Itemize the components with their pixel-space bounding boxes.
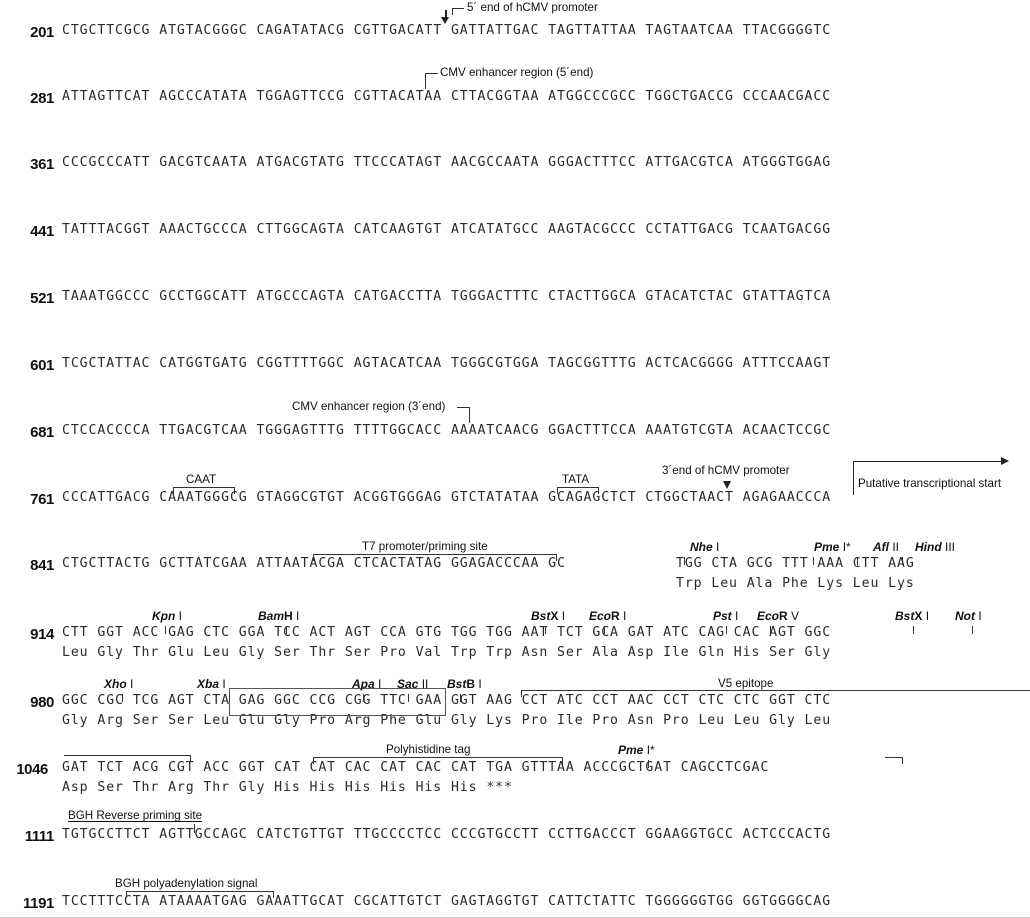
enzyme-label-nhe1: Nhe I [690,540,720,554]
cut-tick-bstb1 [460,694,461,702]
enzyme-label-sac2: Sac II [397,677,429,691]
enzyme-label-afl2: Afl II [873,540,900,554]
enzyme-label-apa1: Apa I [352,677,382,691]
bracket-t7-promoter [313,554,557,561]
leader-line [469,407,470,423]
row-amino-acids: Leu Gly Thr Glu Leu Gly Ser Thr Ser Pro … [62,645,832,660]
cut-tick-pme1a [813,557,814,565]
enzyme-label-pst1: Pst I [713,609,739,623]
row-bases: TGTGCCTTCT AGTTGCCAGC CATCTGTTGT TTGCCCC… [62,827,832,842]
row-codons: CTT GGT ACC GAG CTC GGA TCC ACT AGT CCA … [62,625,832,640]
cut-tick-hind3 [902,557,903,565]
row-codons: TGG CTA GCG TTT AAA CTT AAG [676,556,915,571]
enzyme-label-ecorv: EcoR V [757,609,800,623]
label-bgh-reverse-priming: BGH Reverse priming site [68,809,203,822]
enzyme-label-bamh1: BamH I [258,609,300,623]
row-number: 441 [30,223,54,240]
enzyme-label-hind3: Hind III [915,540,956,554]
enzyme-label-bstb1: BstB I [447,677,482,691]
leader-line [194,824,195,833]
cut-tick-xba1 [229,694,230,702]
cut-tick-kpn1 [165,626,166,634]
leader-line [452,8,464,9]
row-number: 841 [30,557,54,574]
row-bases: TATTTACGGT AAACTGCCCA CTTGGCAGTA CATCAAG… [62,222,832,237]
label-putative-start: Putative transcriptional start [858,477,1002,490]
cut-tick-sac2 [408,694,409,702]
bracket-bgh-polya-signal [126,891,274,898]
row-bases: CTGCTTCGCG ATGTACGGGC CAGATATACG CGTTGAC… [62,23,832,38]
leader-line [425,73,426,89]
row-number: 681 [30,424,54,441]
bracket-tata [557,487,599,494]
bracket-v5-epitope [521,690,1030,697]
label-v5-epitope: V5 epitope [718,677,774,690]
enzyme-label-not1: Not I [955,609,982,623]
label-hcmv-3-end: 3´end of hCMV promoter [662,464,790,477]
row-number: 1191 [23,895,54,912]
enzyme-label-xho1: Xho I [104,677,134,691]
sequence-map-page: 201 CTGCTTCGCG ATGTACGGGC CAGATATACG CGT… [0,0,1030,918]
row-amino-acids: Asp Ser Thr Arg Thr Gly His His His His … [62,780,513,795]
enzyme-label-ecor1: EcoR I [589,609,627,623]
row-number: 1111 [24,828,55,845]
cut-tick-afl2 [857,557,858,565]
enzyme-label-bstx1b: BstX I [895,609,930,623]
bracket-bgh-reverse-start [885,757,903,764]
row-number: 1046 [16,761,48,778]
cut-tick-pst1 [726,626,727,634]
row-number: 914 [30,626,54,643]
row-bases: TCGCTATTAC CATGGTGATG CGGTTTTGGC AGTACAT… [62,356,832,371]
row-number: 361 [30,156,54,173]
row-amino-acids: Trp Leu Ala Phe Lys Leu Lys [676,576,915,591]
label-caat: CAAT [186,473,217,486]
enzyme-label-pme1a: Pme I* [814,540,851,554]
enzyme-label-xba1: Xba I [197,677,226,691]
cut-tick-ecor1 [604,626,605,634]
cut-tick-pme1b [648,760,649,768]
cut-tick-xho1 [122,694,123,702]
label-t7-promoter: T7 promoter/priming site [362,540,488,553]
label-cmv-enhancer-5: CMV enhancer region (5´end) [440,66,594,79]
row-bases: ATTAGTTCAT AGCCCATATA TGGAGTTCCG CGTTACA… [62,89,832,104]
label-bgh-polya-signal: BGH polyadenylation signal [115,877,258,890]
row-bases: CTCCACCCCA TTGACGTCAA TGGGAGTTTG TTTTGGC… [62,423,832,438]
bracket-v5-epitope-continued [64,755,191,762]
leader-line [452,8,453,15]
row-number: 521 [30,290,54,307]
cut-tick-bstx1b [913,626,914,634]
row-number: 601 [30,357,54,374]
row-number: 761 [30,491,54,508]
cut-tick-bstx1a [545,626,546,634]
cut-tick-not1 [972,626,973,634]
row-number: 281 [30,90,54,107]
cut-tick-bamh1 [286,626,287,634]
mcs-highlight-box [229,688,446,716]
row-bases: CCCGCCCATT GACGTCAATA ATGACGTATG TTCCCAT… [62,155,832,170]
label-polyhistidine-tag: Polyhistidine tag [386,743,471,756]
row-number: 201 [30,24,54,41]
bracket-caat [173,487,235,494]
row-bases: TAAATGGCCC GCCTGGCATT ATGCCCAGTA CATGACC… [62,289,832,304]
cut-tick-nhe1 [684,557,685,565]
row-amino-acids: Gly Arg Ser Ser Leu Glu Gly Pro Arg Phe … [62,713,832,728]
cut-tick-apa1 [363,694,364,702]
label-cmv-enhancer-3: CMV enhancer region (3´end) [292,400,446,413]
leader-line [425,73,438,74]
label-tata: TATA [562,473,590,486]
label-hcmv-5-end: 5´ end of hCMV promoter [467,1,598,14]
enzyme-label-bstx1a: BstX I [531,609,566,623]
enzyme-label-pme1b: Pme I* [618,743,655,757]
cut-tick-ecorv [770,626,771,634]
row-number: 980 [30,694,54,711]
enzyme-label-kpn1: Kpn I [152,609,182,623]
bracket-polyhistidine-tag [313,757,563,764]
